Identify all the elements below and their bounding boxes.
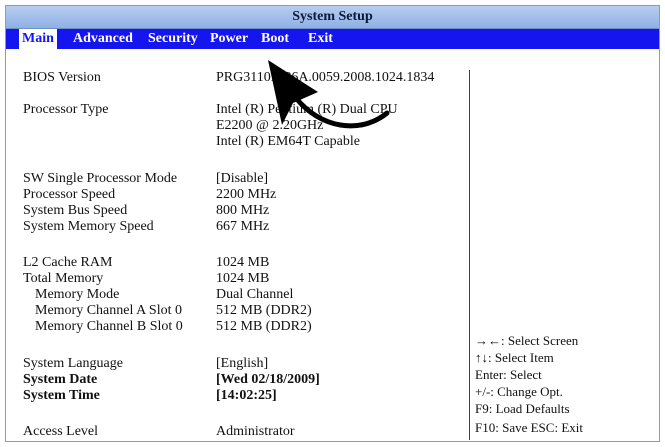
slot-a-label: Memory Channel A Slot 0 <box>35 303 182 318</box>
help-select-screen: →←: Select Screen <box>475 333 579 348</box>
slot-b-label: Memory Channel B Slot 0 <box>35 319 183 334</box>
time-label[interactable]: System Time <box>23 388 100 404</box>
sw-single-label[interactable]: SW Single Processor Mode <box>23 171 177 187</box>
language-label[interactable]: System Language <box>23 356 123 372</box>
help-enter-select: Enter: Select <box>475 367 542 382</box>
bios-window: System Setup Main Advanced Security Powe… <box>5 5 660 442</box>
memory-mode-label: Memory Mode <box>35 287 120 302</box>
menu-advanced[interactable]: Advanced <box>70 29 136 49</box>
memory-speed-label: System Memory Speed <box>23 219 154 234</box>
help-change-opt: +/-: Change Opt. <box>475 384 563 399</box>
slot-b-value: 512 MB (DDR2) <box>216 319 312 334</box>
help-save-exit: F10: Save ESC: Exit <box>475 420 583 435</box>
menu-boot[interactable]: Boot <box>258 29 292 49</box>
l2-cache-label: L2 Cache RAM <box>23 255 113 270</box>
title-bar: System Setup <box>6 6 659 29</box>
bus-speed-value: 800 MHz <box>216 203 270 218</box>
memory-mode-value: Dual Channel <box>216 287 294 302</box>
main-panel: BIOS Version PRG3110H.86A.0059.2008.1024… <box>6 50 659 443</box>
help-select-item: ↑↓: Select Item <box>475 350 554 365</box>
l2-cache-value: 1024 MB <box>216 255 270 270</box>
access-level-label: Access Level <box>23 424 99 439</box>
help-load-defaults: F9: Load Defaults <box>475 401 570 416</box>
access-level-value: Administrator <box>216 424 295 439</box>
time-value[interactable]: [14:02:25] <box>216 388 277 404</box>
processor-type-label: Processor Type <box>23 102 109 117</box>
menu-exit[interactable]: Exit <box>305 29 336 49</box>
processor-type-line3: Intel (R) EM64T Capable <box>216 134 360 149</box>
date-value[interactable]: [Wed 02/18/2009] <box>216 372 320 388</box>
sw-single-value[interactable]: [Disable] <box>216 171 268 187</box>
language-value[interactable]: [English] <box>216 356 268 372</box>
total-memory-value: 1024 MB <box>216 271 270 286</box>
processor-type-line2: E2200 @ 2.20GHz <box>216 118 324 133</box>
processor-speed-value: 2200 MHz <box>216 187 277 202</box>
bus-speed-label: System Bus Speed <box>23 203 128 218</box>
slot-a-value: 512 MB (DDR2) <box>216 303 312 318</box>
bios-version-label: BIOS Version <box>23 70 101 85</box>
processor-speed-label: Processor Speed <box>23 187 116 202</box>
processor-type-line1: Intel (R) Pentium (R) Dual CPU <box>216 102 398 117</box>
menu-main[interactable]: Main <box>19 29 57 49</box>
menu-security[interactable]: Security <box>145 29 201 49</box>
total-memory-label: Total Memory <box>23 271 104 286</box>
menu-bar: Main Advanced Security Power Boot Exit <box>6 29 659 49</box>
memory-speed-value: 667 MHz <box>216 219 270 234</box>
bios-version-value: PRG3110H.86A.0059.2008.1024.1834 <box>216 70 435 85</box>
help-divider <box>469 70 470 440</box>
date-label[interactable]: System Date <box>23 372 97 388</box>
menu-power[interactable]: Power <box>207 29 251 49</box>
